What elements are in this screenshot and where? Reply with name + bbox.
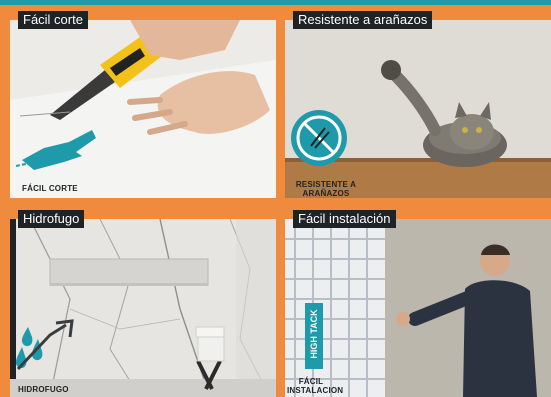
panel-easy-cut: FÁCIL CORTE [10, 20, 276, 198]
panel-water-repellent: HIDROFUGO [10, 219, 276, 397]
title-water-repellent: Hidrofugo [18, 210, 85, 228]
high-tack-product: HIGH TACK [305, 303, 323, 369]
installation-caption-line-1: FÁCIL [298, 377, 324, 386]
easy-cut-caption: FÁCIL CORTE [22, 184, 78, 193]
installation-photo [285, 219, 551, 397]
no-scratch-icon [291, 110, 347, 166]
installation-caption-line-2: INSTALACION [287, 386, 344, 395]
title-easy-installation: Fácil instalación [293, 210, 396, 228]
water-drops-icon [15, 319, 74, 371]
panel-easy-installation: HIGH TACK FÁCIL INSTALACION [285, 219, 551, 397]
scratch-caption-line-2: ARAÑAZOS [302, 189, 350, 198]
title-scratch-resistant: Resistente a arañazos [293, 11, 433, 29]
panel-scratch-resistant: RESISTENTE A ARAÑAZOS [285, 20, 551, 198]
cutting-hand-icon [15, 130, 96, 170]
high-tack-label: HIGH TACK [309, 309, 319, 359]
top-accent-bar [0, 0, 551, 5]
title-easy-cut: Fácil corte [18, 11, 88, 29]
scratch-resistant-caption: RESISTENTE A ARAÑAZOS [291, 180, 361, 198]
scratch-caption-line-1: RESISTENTE A [295, 180, 357, 189]
easy-installation-caption: FÁCIL INSTALACION [287, 377, 344, 395]
water-repellent-caption: HIDROFUGO [18, 385, 69, 394]
